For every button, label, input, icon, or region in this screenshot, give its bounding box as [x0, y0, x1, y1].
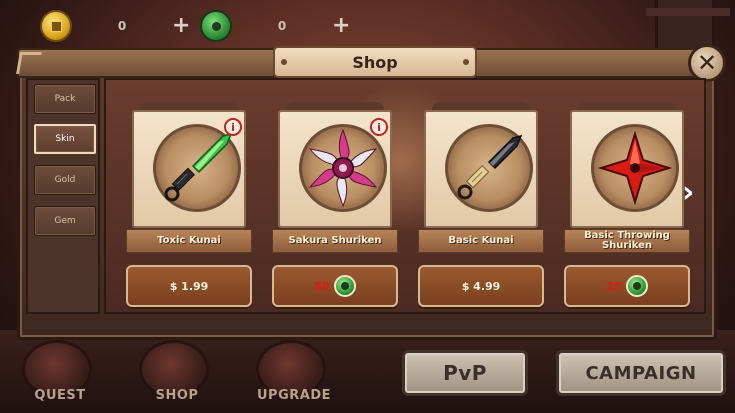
info-icon[interactable]: i	[224, 118, 242, 136]
nav-shop-label: SHOP	[155, 388, 199, 403]
item-name: Basic Kunai	[418, 229, 544, 253]
buy-button[interactable]: $ 1.99	[126, 265, 252, 307]
pvp-label: PvP	[443, 361, 487, 385]
info-icon[interactable]: i	[370, 118, 388, 136]
buy-button[interactable]: 25	[564, 265, 690, 307]
nav-upgrade-label: UPGRADE	[257, 388, 331, 403]
item-price: 25	[606, 279, 622, 293]
buy-button[interactable]: 50	[272, 265, 398, 307]
tab-skin[interactable]: Skin	[34, 124, 96, 154]
item-name: Toxic Kunai	[126, 229, 252, 253]
card-image-area: i	[132, 110, 246, 228]
tab-pack[interactable]: Pack	[34, 84, 96, 114]
close-button[interactable]: ✕	[688, 44, 726, 82]
sakura-shuriken-icon	[308, 128, 378, 208]
shop-item-card[interactable]: Basic Throwing Shuriken 25	[564, 100, 690, 310]
basic-shuriken-icon	[597, 130, 673, 206]
shop-item-card[interactable]: Basic Kunai $ 4.99	[418, 100, 544, 310]
coin-count: 0	[117, 19, 127, 33]
card-image-area	[424, 110, 538, 228]
card-image-area: i	[278, 110, 392, 228]
campaign-label: CAMPAIGN	[585, 362, 697, 384]
item-price: $ 4.99	[461, 279, 501, 293]
shop-title: Shop	[352, 52, 398, 72]
shop-item-card[interactable]: i Sakura Shuriken 50	[272, 100, 398, 310]
next-page-arrow[interactable]: ›	[682, 178, 704, 212]
jade-coin-icon	[333, 275, 356, 297]
gem-count: 0	[277, 19, 287, 33]
nav-quest-label: QUEST	[34, 388, 86, 403]
gold-coin-icon	[40, 10, 72, 42]
coin-counter: 0 +	[40, 10, 190, 42]
item-frame	[445, 124, 533, 212]
shop-item-card[interactable]: i Toxic Kunai $ 1.99	[126, 100, 252, 310]
nav-upgrade[interactable]: UPGRADE	[234, 336, 354, 412]
category-sidebar: Pack Skin Gold Gem	[26, 78, 100, 314]
item-price: $ 1.99	[169, 279, 209, 293]
add-gems-button[interactable]: +	[332, 15, 350, 37]
jade-coin-icon	[200, 10, 232, 42]
buy-button[interactable]: $ 4.99	[418, 265, 544, 307]
item-name: Sakura Shuriken	[272, 229, 398, 253]
item-name: Basic Throwing Shuriken	[564, 229, 690, 253]
item-frame	[153, 124, 241, 212]
jade-coin-icon	[625, 275, 648, 297]
card-image-area	[570, 110, 684, 228]
add-coins-button[interactable]: +	[172, 15, 190, 37]
basic-kunai-icon	[457, 134, 523, 200]
shop-title-plate: Shop	[273, 46, 477, 78]
toxic-kunai-icon	[164, 132, 233, 202]
close-icon: ✕	[696, 49, 718, 77]
nav-shop[interactable]: SHOP	[117, 336, 237, 412]
campaign-button[interactable]: CAMPAIGN	[556, 350, 726, 396]
item-frame	[591, 124, 679, 212]
corner-ornament	[16, 52, 42, 74]
item-frame	[299, 124, 387, 212]
pvp-button[interactable]: PvP	[402, 350, 528, 396]
tab-gem[interactable]: Gem	[34, 206, 96, 236]
gem-counter: 0 +	[200, 10, 350, 42]
tab-gold[interactable]: Gold	[34, 165, 96, 195]
item-price: 50	[314, 279, 330, 293]
nav-quest[interactable]: QUEST	[0, 336, 120, 412]
